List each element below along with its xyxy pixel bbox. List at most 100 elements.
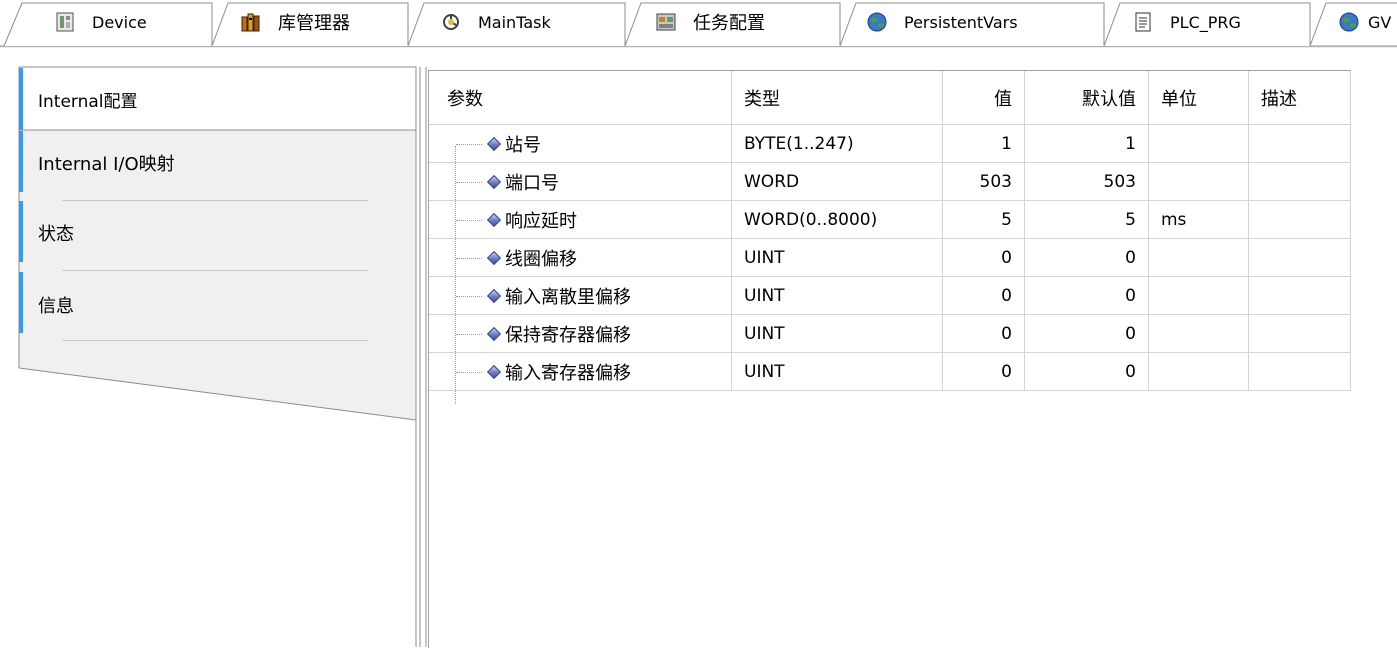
param-description: [1249, 201, 1351, 239]
nav-separator: [62, 340, 368, 341]
param-description: [1249, 277, 1351, 315]
table-row[interactable]: 响应延时 WORD(0..8000) 5 5 ms: [429, 201, 1351, 239]
globe-icon: [1339, 12, 1359, 32]
table-row[interactable]: 输入寄存器偏移 UINT 0 0: [429, 353, 1351, 391]
column-header-description[interactable]: 描述: [1249, 71, 1351, 125]
table-row[interactable]: 站号 BYTE(1..247) 1 1: [429, 125, 1351, 163]
tab-label: 任务配置: [693, 13, 765, 34]
parameter-icon: [486, 212, 502, 228]
param-unit: [1149, 315, 1249, 353]
column-header-type[interactable]: 类型: [732, 71, 943, 125]
nav-status[interactable]: 状态: [22, 202, 392, 264]
param-unit: [1149, 163, 1249, 201]
param-description: [1249, 125, 1351, 163]
tree-connector: [456, 220, 482, 221]
param-type: WORD: [732, 163, 943, 201]
tab-persistentvars[interactable]: PersistentVars: [866, 2, 1018, 42]
tree-connector: [456, 296, 482, 297]
tree-connector: [456, 372, 482, 373]
param-type: WORD(0..8000): [732, 201, 943, 239]
parameter-icon: [486, 174, 502, 190]
column-header-value[interactable]: 值: [943, 71, 1025, 125]
param-name-cell: 线圈偏移: [429, 239, 732, 277]
param-name: 线圈偏移: [505, 248, 577, 270]
tab-task-config[interactable]: 任务配置: [655, 2, 765, 42]
param-default: 503: [1025, 163, 1149, 201]
param-value[interactable]: 0: [943, 315, 1025, 353]
param-name: 响应延时: [505, 210, 577, 232]
tab-gvl[interactable]: GV: [1338, 2, 1391, 42]
param-value[interactable]: 1: [943, 125, 1025, 163]
parameter-icon: [486, 250, 502, 266]
param-description: [1249, 315, 1351, 353]
nav-internal-io-mapping[interactable]: Internal I/O映射: [22, 132, 392, 194]
tree-vertical-connector: [455, 146, 456, 404]
param-unit: [1149, 239, 1249, 277]
param-type: UINT: [732, 277, 943, 315]
task-icon: [443, 14, 459, 30]
tree-connector: [456, 334, 482, 335]
tab-label: PersistentVars: [904, 12, 1018, 32]
column-header-unit[interactable]: 单位: [1149, 71, 1249, 125]
nav-label: Internal I/O映射: [38, 154, 175, 175]
param-name-cell: 响应延时: [429, 201, 732, 239]
nav-separator: [62, 270, 368, 271]
table-row[interactable]: 保持寄存器偏移 UINT 0 0: [429, 315, 1351, 353]
param-default: 0: [1025, 277, 1149, 315]
param-default: 1: [1025, 125, 1149, 163]
tab-plc-prg[interactable]: PLC_PRG: [1132, 2, 1241, 42]
param-name: 站号: [505, 134, 541, 156]
param-type: UINT: [732, 315, 943, 353]
param-name: 输入离散里偏移: [505, 286, 631, 308]
nav-info[interactable]: 信息: [22, 274, 392, 336]
param-description: [1249, 239, 1351, 277]
nav-label: 信息: [38, 296, 74, 317]
nav-separator: [62, 200, 368, 201]
tree-connector: [456, 144, 482, 145]
param-name: 保持寄存器偏移: [505, 324, 631, 346]
param-name-cell: 站号: [429, 125, 732, 163]
column-header-param[interactable]: 参数: [429, 71, 732, 125]
nav-label: Internal配置: [38, 91, 138, 112]
param-name-cell: 保持寄存器偏移: [429, 315, 732, 353]
param-name-cell: 输入寄存器偏移: [429, 353, 732, 391]
param-value[interactable]: 0: [943, 277, 1025, 315]
parameter-icon: [486, 288, 502, 304]
param-name: 端口号: [505, 172, 559, 194]
param-unit: [1149, 277, 1249, 315]
parameter-icon: [486, 326, 502, 342]
table-row[interactable]: 输入离散里偏移 UINT 0 0: [429, 277, 1351, 315]
param-type: UINT: [732, 353, 943, 391]
param-value[interactable]: 0: [943, 239, 1025, 277]
parameter-table: 参数 类型 值 默认值 单位 描述 站号 BYTE(1..247) 1 1 端口…: [428, 70, 1351, 648]
param-unit: ms: [1149, 201, 1249, 239]
nav-label: 状态: [38, 224, 74, 245]
param-value[interactable]: 5: [943, 201, 1025, 239]
param-value[interactable]: 0: [943, 353, 1025, 391]
table-row[interactable]: 端口号 WORD 503 503: [429, 163, 1351, 201]
param-unit: [1149, 353, 1249, 391]
param-value[interactable]: 503: [943, 163, 1025, 201]
tab-label: MainTask: [478, 12, 551, 32]
param-name-cell: 端口号: [429, 163, 732, 201]
tab-maintask[interactable]: MainTask: [440, 2, 551, 42]
param-name-cell: 输入离散里偏移: [429, 277, 732, 315]
table-row[interactable]: 线圈偏移 UINT 0 0: [429, 239, 1351, 277]
param-type: BYTE(1..247): [732, 125, 943, 163]
param-default: 0: [1025, 239, 1149, 277]
tree-connector: [456, 258, 482, 259]
document-icon: [1135, 12, 1151, 32]
parameter-icon: [486, 136, 502, 152]
globe-icon: [867, 12, 887, 32]
task-config-icon: [656, 13, 676, 31]
param-default: 0: [1025, 315, 1149, 353]
nav-internal-config[interactable]: Internal配置: [22, 68, 392, 130]
param-default: 0: [1025, 353, 1149, 391]
param-name: 输入寄存器偏移: [505, 362, 631, 384]
param-type: UINT: [732, 239, 943, 277]
param-unit: [1149, 125, 1249, 163]
parameter-icon: [486, 364, 502, 380]
tab-label: PLC_PRG: [1170, 12, 1241, 32]
column-header-default[interactable]: 默认值: [1025, 71, 1149, 125]
tree-connector: [456, 182, 482, 183]
